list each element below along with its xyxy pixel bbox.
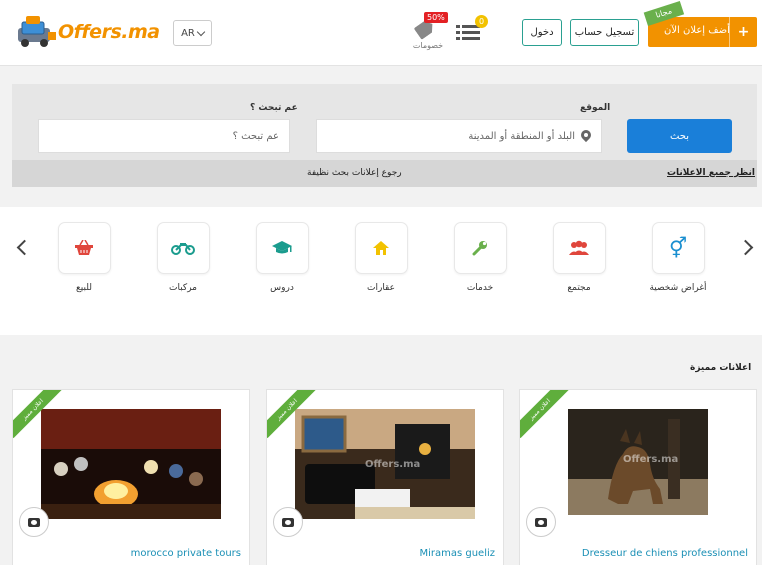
graduation-cap-icon	[255, 222, 309, 274]
logo-delivery-icon	[14, 14, 58, 50]
categories-carousel: ⚥ أغراض شخصية مجتمع خدمات عقارات دروس مر…	[0, 207, 762, 335]
ads-list-link[interactable]: 0	[456, 15, 488, 44]
featured-card[interactable]: Offers.ma اعلان مميز Dresseur de chiens …	[519, 389, 757, 565]
location-placeholder: البلد أو المنطقة أو المدينة	[468, 130, 575, 142]
plus-icon: +	[729, 17, 757, 47]
ad-title[interactable]: Miramas gueliz	[419, 548, 495, 559]
photo-watermark: Offers.ma	[365, 459, 421, 470]
view-all-ads-link[interactable]: انظر جميع الاعلانات	[667, 168, 755, 178]
people-icon	[552, 222, 606, 274]
featured-heading: اعلانات مميزة	[690, 363, 752, 373]
motorcycle-icon	[156, 222, 210, 274]
category-real-estate[interactable]: عقارات	[341, 222, 421, 293]
promo-label: خصومات	[412, 41, 444, 50]
category-services[interactable]: خدمات	[440, 222, 520, 293]
location-input[interactable]: البلد أو المنطقة أو المدينة	[316, 119, 602, 153]
category-personal-items[interactable]: ⚥ أغراض شخصية	[638, 222, 718, 293]
camera-icon[interactable]	[19, 507, 49, 537]
chevron-left-icon[interactable]	[16, 239, 33, 256]
featured-ads-section: اعلانات مميزة Offers.ma اعلان مميز Dress…	[0, 336, 762, 565]
chevron-down-icon	[196, 27, 206, 36]
camera-icon[interactable]	[526, 507, 556, 537]
list-count-badge: 0	[475, 15, 488, 28]
login-button[interactable]: دخول	[522, 19, 562, 46]
chevron-right-icon[interactable]	[737, 239, 754, 256]
category-label: دروس	[270, 283, 294, 293]
ad-photo-dog: Offers.ma	[568, 409, 748, 519]
post-ad-button[interactable]: أضف إعلان الآن +	[648, 17, 757, 47]
location-label: الموقع	[580, 103, 611, 113]
featured-card[interactable]: Offers.ma اعلان مميز Miramas gueliz	[266, 389, 504, 565]
post-ad-label: أضف إعلان الآن	[664, 25, 730, 36]
list-bullet	[456, 37, 460, 40]
gender-icon: ⚥	[651, 222, 705, 274]
map-pin-icon	[581, 130, 591, 143]
featured-card[interactable]: اعلان مميز morocco private tours	[12, 389, 250, 565]
category-label: أغراض شخصية	[649, 283, 707, 293]
query-placeholder: عم تبحث ؟	[232, 130, 279, 142]
category-label: خدمات	[466, 283, 494, 293]
search-button[interactable]: بحث	[627, 119, 732, 153]
site-logo[interactable]: Offers.ma	[14, 14, 160, 50]
list-line	[462, 31, 480, 34]
ad-title[interactable]: Dresseur de chiens professionnel	[582, 548, 748, 559]
logo-text: Offers.ma	[58, 21, 160, 43]
category-vehicles[interactable]: مركبات	[143, 222, 223, 293]
basket-icon	[57, 222, 111, 274]
list-line	[462, 37, 480, 40]
site-header: Offers.ma AR 50% خصومات 0 دخول تسجيل حسا…	[0, 0, 762, 66]
featured-ribbon: اعلان مميز	[520, 390, 569, 439]
wrench-icon	[453, 222, 507, 274]
language-label: AR	[181, 27, 195, 39]
house-icon	[354, 222, 408, 274]
ad-photo-apartment: Offers.ma	[295, 409, 475, 519]
search-links-bar: انظر جميع الاعلانات رجوع إعلانات بحث نظي…	[12, 160, 757, 187]
promo-badge: 50%	[424, 12, 448, 23]
category-label: للبيع	[76, 283, 92, 293]
reset-search-link[interactable]: رجوع إعلانات بحث نظيفة	[307, 168, 402, 178]
register-button[interactable]: تسجيل حساب	[570, 19, 639, 46]
query-input[interactable]: عم تبحث ؟	[38, 119, 290, 153]
category-label: مجتمع	[567, 283, 591, 293]
category-label: عقارات	[367, 283, 395, 293]
camera-icon[interactable]	[273, 507, 303, 537]
category-community[interactable]: مجتمع	[539, 222, 619, 293]
ad-photo-desert-camp	[41, 409, 221, 519]
list-bullet	[456, 31, 460, 34]
category-lessons[interactable]: دروس	[242, 222, 322, 293]
query-label: عم تبحث ؟	[250, 103, 298, 113]
language-selector[interactable]: AR	[173, 20, 212, 46]
category-for-sale[interactable]: للبيع	[44, 222, 124, 293]
promotions-link[interactable]: 50% خصومات	[408, 12, 448, 52]
list-bullet	[456, 25, 460, 28]
photo-watermark: Offers.ma	[623, 454, 679, 465]
category-label: مركبات	[168, 283, 197, 293]
search-panel: الموقع عم تبحث ؟ عم تبحث ؟ البلد أو المن…	[12, 84, 757, 187]
ad-title[interactable]: morocco private tours	[131, 548, 241, 559]
